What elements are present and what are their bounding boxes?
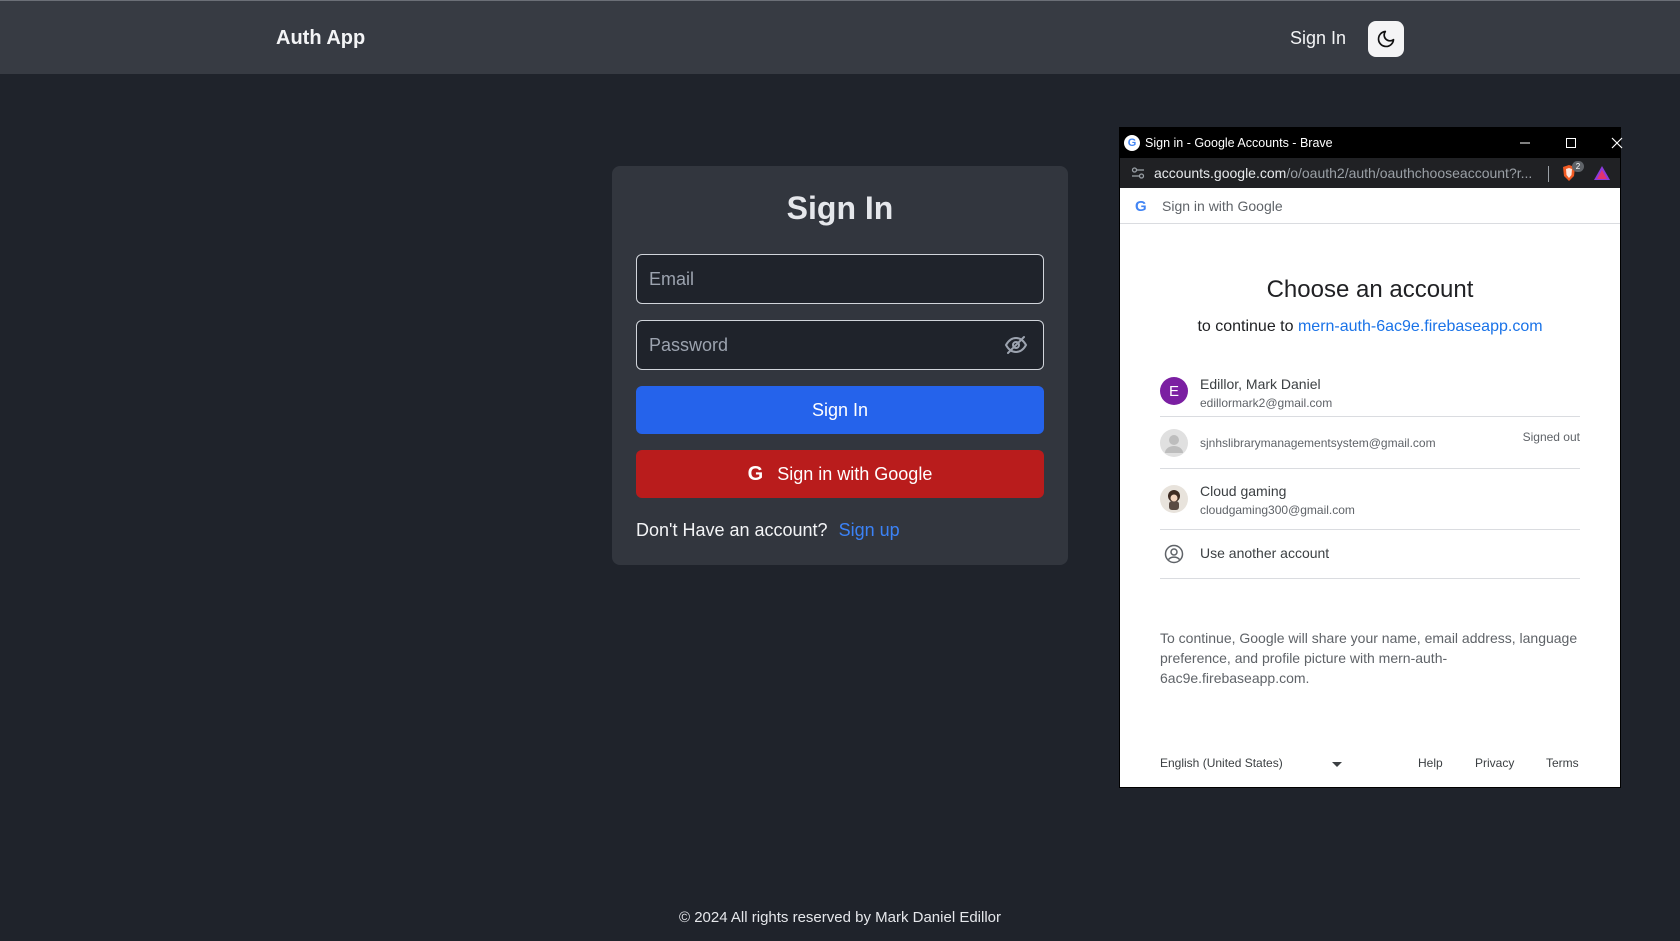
signin-card: Sign In Sign In G Sign in with Google Do… (612, 166, 1068, 565)
account-name: Cloud gaming (1200, 483, 1287, 499)
account-name: Edillor, Mark Daniel (1200, 376, 1321, 392)
password-input[interactable] (636, 320, 1044, 370)
email-input[interactable] (636, 254, 1044, 304)
minimize-icon (1520, 142, 1530, 144)
signin-button[interactable]: Sign In (636, 386, 1044, 434)
consent-text: To continue, Google will share your name… (1160, 630, 1578, 686)
maximize-icon (1566, 138, 1576, 148)
account-circle-icon (1160, 540, 1188, 568)
url-separator (1548, 166, 1549, 182)
gsi-header: G Sign in with Google (1120, 188, 1620, 224)
continue-domain-link[interactable]: mern-auth-6ac9e.firebaseapp.com (1298, 318, 1543, 335)
choose-account-title: Choose an account (1266, 276, 1474, 303)
brave-shields-count: 2 (1572, 161, 1584, 172)
account-list: E Edillor, Mark Daniel edillormark2@gmai… (1160, 364, 1580, 579)
site-settings-icon[interactable] (1130, 165, 1146, 181)
page-footer: © 2024 All rights reserved by Mark Danie… (678, 909, 1002, 926)
theme-toggle-button[interactable] (1368, 21, 1404, 57)
google-favicon-icon: G (1124, 135, 1140, 151)
account-item[interactable]: Cloud gaming cloudgaming300@gmail.com (1160, 469, 1580, 530)
caret-down-icon[interactable] (1332, 762, 1342, 767)
account-item[interactable]: E Edillor, Mark Daniel edillormark2@gmai… (1160, 364, 1580, 417)
signin-button-label: Sign In (811, 399, 869, 420)
language-select[interactable]: English (United States) (1160, 756, 1283, 770)
close-icon (1611, 137, 1623, 149)
brave-rewards-icon[interactable] (1593, 165, 1611, 181)
signup-link[interactable]: Sign up (839, 520, 900, 540)
account-item[interactable]: sjnhslibrarymanagementsystem@gmail.com S… (1160, 417, 1580, 469)
default-avatar-icon (1160, 429, 1188, 457)
popup-address-bar[interactable]: accounts.google.com/o/oauth2/auth/oauthc… (1120, 158, 1620, 188)
url-host: accounts.google.com (1154, 165, 1287, 181)
use-another-account-label: Use another account (1200, 545, 1330, 561)
popup-footer: English (United States) Help Privacy Ter… (1160, 754, 1580, 774)
gsi-header-text: Sign in with Google (1162, 198, 1283, 214)
signed-out-status: Signed out (1522, 430, 1580, 444)
google-signin-label: Sign in with Google (777, 463, 933, 484)
close-button[interactable] (1606, 132, 1628, 154)
avatar: E (1160, 377, 1188, 405)
navbar: Auth App Sign In (0, 0, 1680, 74)
no-account-text: Don't Have an account? (636, 520, 828, 540)
continue-to-line: to continue to mern-auth-6ac9e.firebasea… (1120, 318, 1620, 336)
app-brand[interactable]: Auth App (276, 27, 365, 50)
privacy-link[interactable]: Privacy (1475, 756, 1514, 770)
eye-slash-icon (1004, 336, 1028, 354)
account-email: cloudgaming300@gmail.com (1200, 503, 1355, 517)
terms-link[interactable]: Terms (1546, 756, 1579, 770)
signup-prompt: Don't Have an account? Sign up (636, 520, 900, 541)
account-email: edillormark2@gmail.com (1200, 396, 1333, 410)
signin-title: Sign In (786, 190, 894, 226)
maximize-button[interactable] (1560, 132, 1582, 154)
popup-window-title: Sign in - Google Accounts - Brave (1145, 136, 1333, 150)
avatar (1160, 485, 1188, 513)
google-g-icon: G (747, 462, 764, 485)
use-another-account[interactable]: Use another account (1160, 530, 1580, 579)
moon-icon (1377, 30, 1395, 48)
nav-signin-link[interactable]: Sign In (1290, 28, 1346, 49)
continue-prefix: to continue to (1197, 318, 1294, 335)
minimize-button[interactable] (1514, 132, 1536, 154)
url-path: /o/oauth2/auth/oauthchooseaccount?r... (1286, 165, 1533, 181)
password-visibility-toggle[interactable] (1004, 334, 1028, 356)
google-signin-popup: G Sign in - Google Accounts - Brave acco… (1120, 128, 1623, 787)
account-email: sjnhslibrarymanagementsystem@gmail.com (1200, 436, 1436, 450)
popup-titlebar[interactable]: G Sign in - Google Accounts - Brave (1120, 128, 1623, 158)
help-link[interactable]: Help (1418, 756, 1443, 770)
popup-url: accounts.google.com/o/oauth2/auth/oauthc… (1154, 165, 1544, 181)
google-g-icon: G (1135, 198, 1147, 215)
google-signin-button[interactable]: G Sign in with Google (636, 450, 1044, 498)
